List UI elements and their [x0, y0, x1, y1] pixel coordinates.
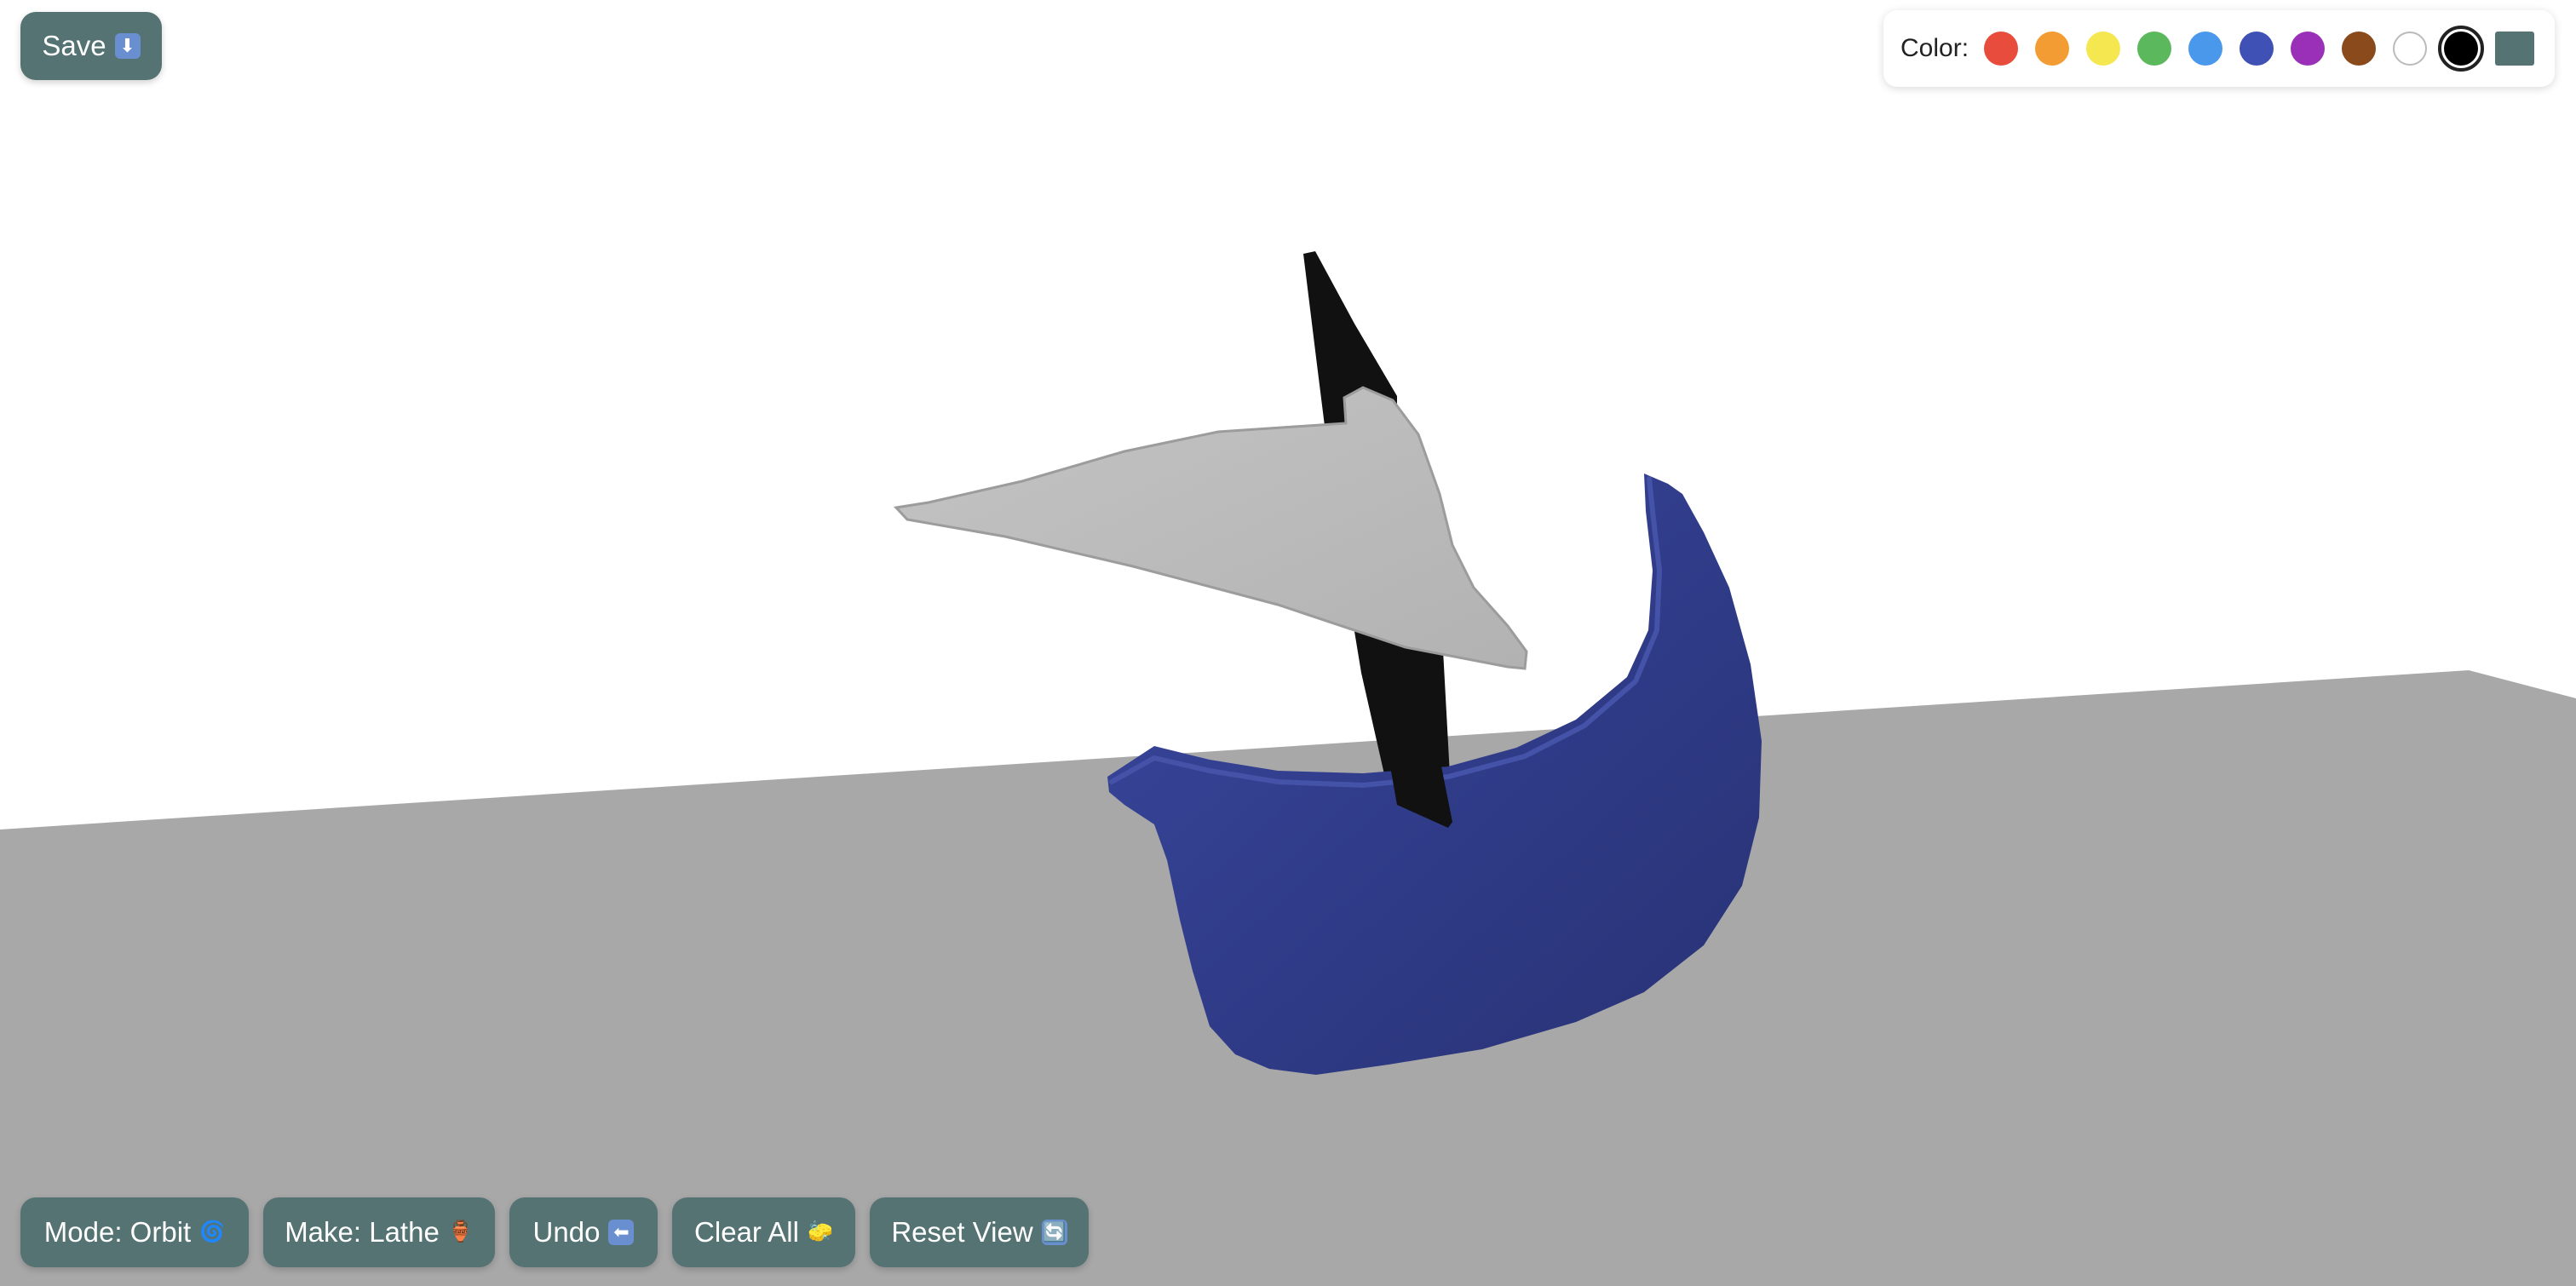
- make-lathe-button[interactable]: Make: Lathe 🏺: [263, 1197, 495, 1267]
- cyclone-icon: 🌀: [199, 1220, 226, 1243]
- save-label: Save: [42, 30, 106, 61]
- 3d-viewport[interactable]: [0, 0, 2576, 1286]
- back-arrow-icon: ⬅: [608, 1220, 635, 1245]
- swatch-orange[interactable]: [2035, 32, 2070, 66]
- sponge-icon: 🧽: [807, 1220, 833, 1243]
- reset-label: Reset View: [891, 1216, 1033, 1248]
- refresh-icon: 🔄: [1041, 1220, 1067, 1245]
- swatch-yellow[interactable]: [2086, 32, 2121, 66]
- swatch-white[interactable]: [2393, 32, 2428, 66]
- swatch-purple[interactable]: [2291, 32, 2326, 66]
- color-label: Color:: [1900, 34, 1969, 62]
- download-icon: ⬇: [114, 33, 141, 59]
- undo-label: Undo: [532, 1216, 601, 1248]
- swatch-brown[interactable]: [2342, 32, 2377, 66]
- swatch-list: [1984, 26, 2535, 72]
- swatch-blue[interactable]: [2188, 32, 2223, 66]
- color-palette: Color:: [1883, 10, 2555, 87]
- clear-label: Clear All: [694, 1216, 799, 1248]
- sail: [893, 386, 1528, 670]
- undo-button[interactable]: Undo ⬅: [509, 1197, 658, 1267]
- clear-all-button[interactable]: Clear All 🧽: [672, 1197, 855, 1267]
- save-button[interactable]: Save ⬇: [20, 12, 162, 80]
- make-label: Make: Lathe: [285, 1216, 440, 1248]
- swatch-slate[interactable]: [2495, 32, 2535, 66]
- reset-view-button[interactable]: Reset View 🔄: [870, 1197, 1089, 1267]
- swatch-green[interactable]: [2137, 32, 2172, 66]
- swatch-black[interactable]: [2438, 26, 2485, 72]
- swatch-red[interactable]: [1984, 32, 2019, 66]
- mode-orbit-button[interactable]: Mode: Orbit 🌀: [20, 1197, 249, 1267]
- swatch-indigo[interactable]: [2240, 32, 2274, 66]
- mode-label: Mode: Orbit: [43, 1216, 192, 1248]
- vase-icon: 🏺: [447, 1220, 474, 1243]
